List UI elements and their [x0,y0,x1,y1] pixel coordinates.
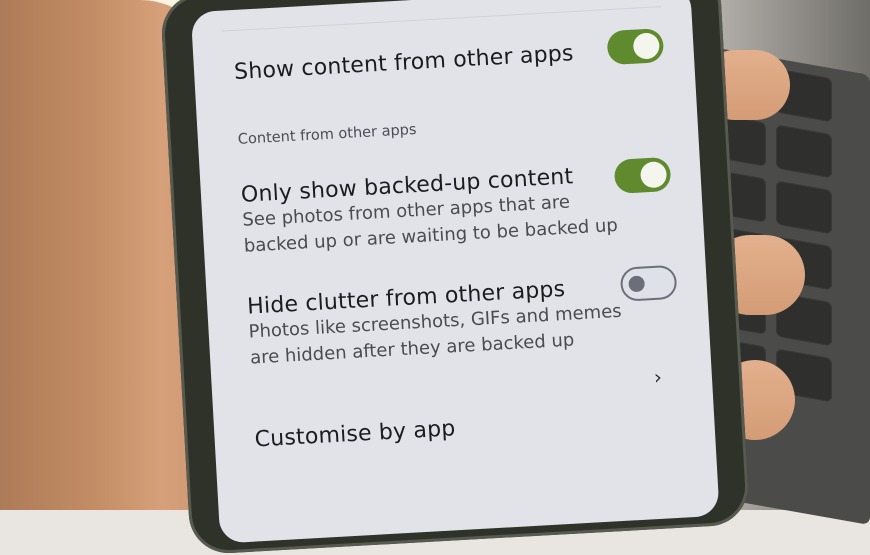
toggle-knob [628,275,646,293]
keyboard-key [776,180,832,235]
customise-label: Customise by app [254,416,457,453]
section-header-label: Content from other apps [237,121,417,148]
backed-up-row[interactable]: Only show backed-up content See photos f… [240,156,684,272]
backed-up-toggle[interactable] [613,156,672,194]
hide-clutter-toggle[interactable] [619,264,678,302]
section-header: Content from other apps [238,107,678,148]
show-content-row[interactable]: Show content from other apps [233,28,675,109]
customise-row[interactable]: Customise by app › [253,365,696,469]
settings-screen: Show content from other apps Content fro… [190,0,720,544]
hide-clutter-row[interactable]: Hide clutter from other apps Photos like… [247,264,691,384]
toggle-knob [632,32,661,60]
top-divider [221,6,662,32]
chevron-right-icon: › [653,364,663,390]
show-content-toggle[interactable] [606,28,665,66]
phone: Show content from other apps Content fro… [159,0,751,555]
toggle-knob [639,161,668,189]
keyboard-key [776,124,832,179]
